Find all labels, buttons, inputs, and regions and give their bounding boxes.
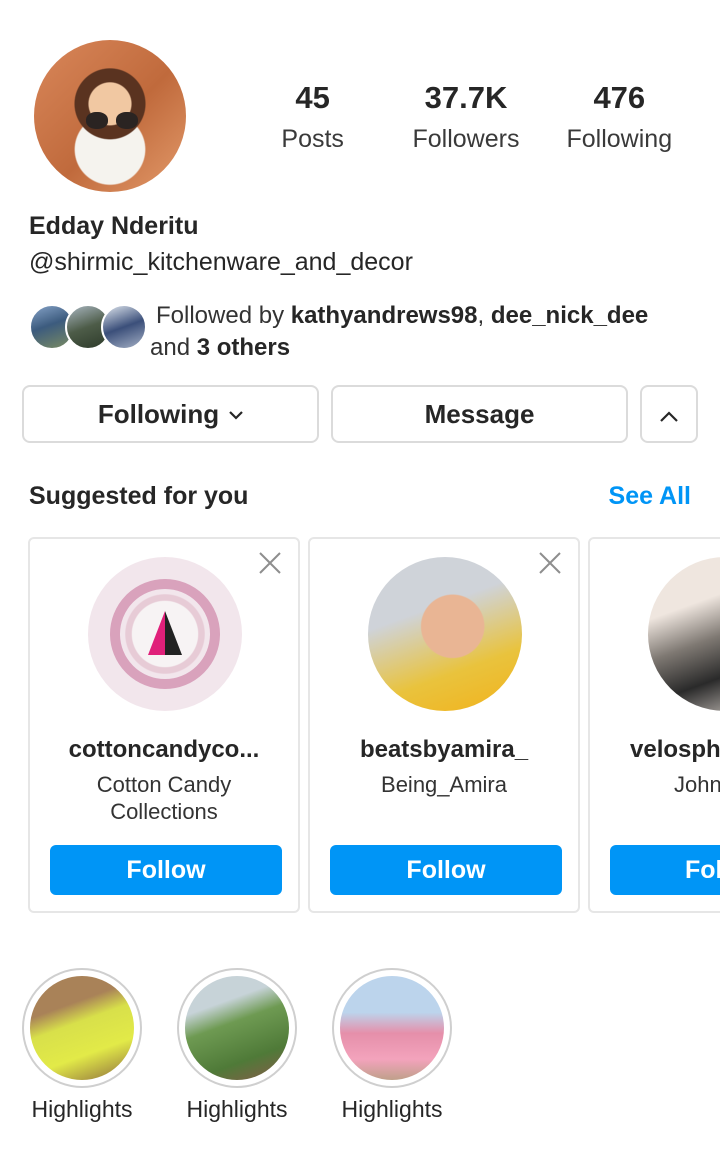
suggestion-card[interactable]: velosph John Fol — [588, 537, 720, 913]
suggestion-card[interactable]: beatsbyamira_ Being_Amira Follow — [308, 537, 580, 913]
suggested-title: Suggested for you — [29, 482, 249, 510]
fullname-line: Collections — [110, 799, 218, 824]
stat-followers-label: Followers — [412, 125, 520, 153]
see-all-link[interactable]: See All — [609, 482, 691, 511]
follow-button[interactable]: Fol — [610, 845, 720, 895]
following-button[interactable]: Following — [22, 385, 319, 443]
stat-posts-value: 45 — [295, 80, 330, 115]
fullname-line: Cotton Candy — [96, 772, 232, 797]
suggestion-username[interactable]: cottoncandyco... — [30, 736, 298, 764]
stat-following[interactable]: 476 Following — [544, 78, 694, 160]
followed-by-separator: , — [477, 302, 491, 329]
follow-button[interactable]: Follow — [50, 845, 282, 895]
stat-posts[interactable]: 45 Posts — [238, 78, 388, 160]
profile-name: Edday Nderitu — [29, 212, 199, 240]
suggestion-username[interactable]: velosph — [630, 736, 720, 764]
sunglasses-graphic — [86, 112, 138, 130]
close-icon[interactable] — [538, 551, 562, 581]
suggestion-card[interactable]: cottoncandyco... Cotton Candy Collection… — [28, 537, 300, 913]
mutual-user-1[interactable]: kathyandrews98 — [291, 302, 478, 329]
highlight-cover — [30, 976, 134, 1080]
fullname-line: John — [674, 772, 720, 797]
suggestion-avatar[interactable] — [648, 557, 720, 711]
suggestion-fullname: Being_Amira — [310, 771, 578, 798]
following-button-label: Following — [97, 398, 220, 429]
chevron-up-icon — [659, 399, 679, 430]
stat-followers[interactable]: 37.7K Followers — [391, 78, 541, 160]
message-button-label: Message — [424, 398, 535, 429]
highlight-cover — [185, 976, 289, 1080]
followed-by-text[interactable]: Followed by kathyandrews98, dee_nick_dee… — [150, 300, 716, 364]
story-highlight[interactable]: Highlights — [22, 968, 142, 1122]
highlight-label: Highlights — [341, 1096, 443, 1122]
highlight-ring — [22, 968, 142, 1088]
suggestion-avatar[interactable] — [368, 557, 522, 711]
stat-followers-value: 37.7K — [424, 80, 508, 115]
followed-by-and: and — [150, 334, 197, 361]
highlight-ring — [177, 968, 297, 1088]
highlight-label: Highlights — [31, 1096, 133, 1122]
followed-by-prefix: Followed by — [156, 302, 291, 329]
stat-following-value: 476 — [593, 80, 646, 115]
suggestions-toggle-button[interactable] — [640, 385, 698, 443]
suggestion-avatar[interactable] — [88, 557, 242, 711]
suggestion-fullname: John — [674, 771, 720, 798]
highlight-cover — [340, 976, 444, 1080]
chevron-down-icon — [229, 404, 243, 425]
profile-stats: 45 Posts 37.7K Followers 476 Following — [236, 78, 696, 160]
profile-handle: @shirmic_kitchenware_and_decor — [29, 248, 413, 276]
mutual-avatar — [101, 304, 147, 350]
highlight-label: Highlights — [186, 1096, 288, 1122]
follow-button[interactable]: Follow — [330, 845, 562, 895]
close-icon[interactable] — [258, 551, 282, 581]
mutual-followers-avatars[interactable] — [29, 304, 147, 352]
story-highlight[interactable]: Highlights — [177, 968, 297, 1122]
message-button[interactable]: Message — [331, 385, 628, 443]
fullname-line: Being_Amira — [381, 772, 507, 797]
mutual-user-2[interactable]: dee_nick_dee — [491, 302, 648, 329]
suggestion-fullname: Cotton Candy Collections — [30, 771, 298, 825]
stat-following-label: Following — [566, 125, 673, 153]
highlight-ring — [332, 968, 452, 1088]
suggestion-username[interactable]: beatsbyamira_ — [310, 736, 578, 764]
profile-avatar[interactable] — [34, 40, 186, 192]
mutual-others[interactable]: 3 others — [197, 334, 290, 361]
story-highlight[interactable]: Highlights — [332, 968, 452, 1122]
stat-posts-label: Posts — [281, 125, 344, 153]
